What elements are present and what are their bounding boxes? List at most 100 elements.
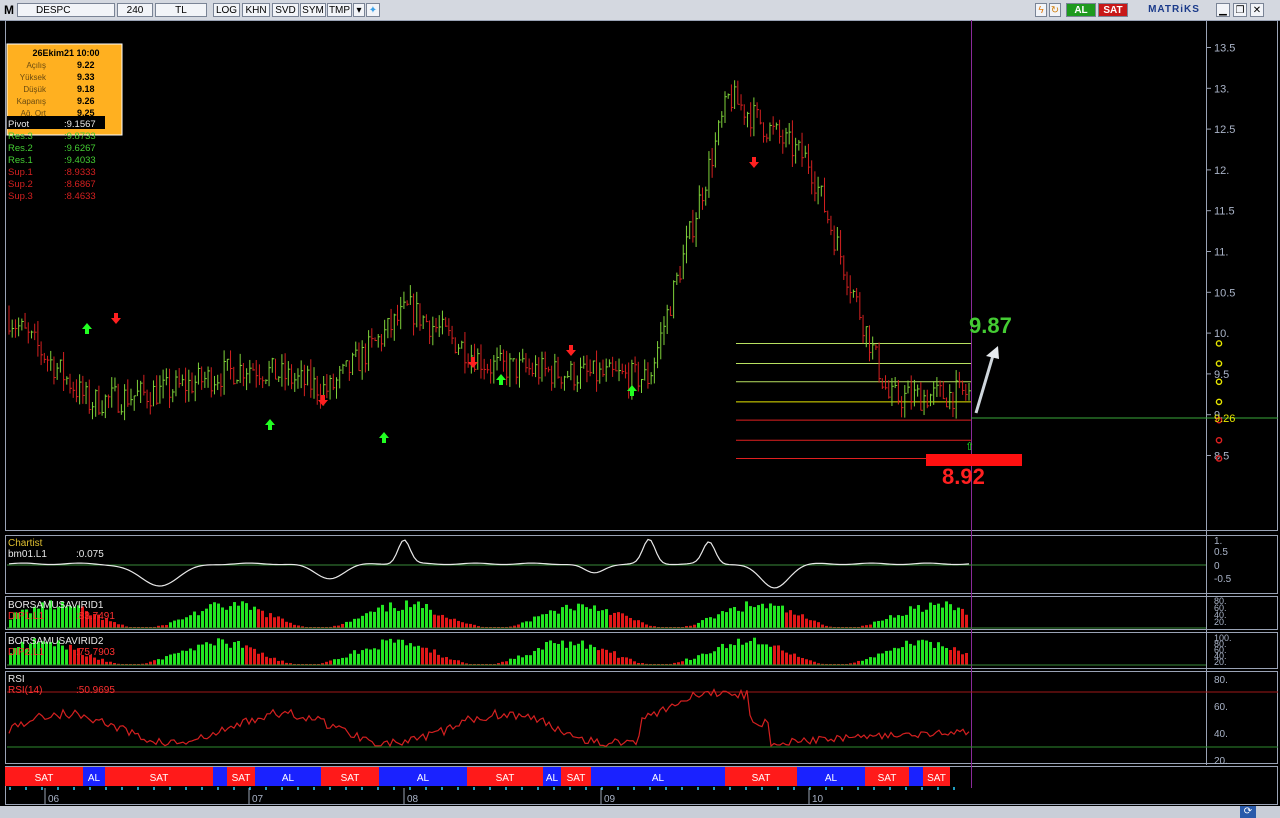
histogram-bar	[813, 620, 816, 628]
histogram-bar	[609, 652, 612, 665]
price-bar	[27, 322, 31, 344]
refresh-icon[interactable]: ↻	[1049, 3, 1061, 17]
histogram-bar	[549, 640, 552, 665]
histogram-bar	[53, 609, 56, 628]
histogram-bar	[713, 618, 716, 628]
price-bar	[441, 310, 445, 335]
minimize-icon[interactable]: ▁	[1216, 3, 1230, 17]
price-bar	[204, 371, 207, 388]
histogram-bar	[901, 647, 904, 665]
sell-arrow-icon	[749, 157, 759, 168]
histogram-bar	[757, 644, 760, 665]
histogram-bar	[521, 622, 524, 628]
histogram-bar	[417, 601, 420, 628]
price-bar	[624, 364, 628, 379]
price-bar	[608, 359, 612, 368]
price-bar	[40, 341, 44, 366]
price-bar	[734, 80, 737, 110]
chartist-line	[8, 538, 970, 589]
price-bar	[53, 356, 56, 385]
signal-segment	[213, 767, 227, 786]
histogram-bar	[249, 647, 252, 665]
price-bar	[425, 314, 429, 323]
histogram-bar	[617, 612, 620, 628]
price-bar	[830, 215, 833, 236]
price-bar	[506, 350, 509, 386]
price-bar	[342, 363, 345, 374]
price-bar	[775, 122, 779, 130]
histogram-bar	[469, 623, 472, 628]
symbol-field[interactable]: DESPC	[17, 3, 115, 17]
khn-button[interactable]: KHN	[242, 3, 270, 17]
twitter-bird-icon[interactable]: ✦	[366, 3, 380, 17]
price-bar	[82, 375, 85, 404]
info-row-label: Düşük	[23, 85, 47, 94]
price-bar	[223, 350, 227, 395]
price-bar	[56, 362, 60, 380]
histogram-bar	[817, 622, 820, 628]
histogram-bar	[589, 608, 592, 628]
restore-icon[interactable]: ❐	[1233, 3, 1247, 17]
price-bar	[901, 396, 904, 418]
price-bar	[807, 143, 811, 174]
price-bar	[493, 355, 496, 384]
histogram-bar	[449, 619, 452, 628]
histogram-bar	[701, 620, 704, 628]
buy-button[interactable]: AL	[1066, 3, 1096, 17]
sym-button[interactable]: SYM	[300, 3, 326, 17]
signal-label: SAT	[232, 773, 251, 784]
price-bar	[332, 373, 336, 391]
histogram-bar	[917, 605, 920, 628]
histogram-bar	[881, 653, 884, 665]
chart-canvas[interactable]: 13.513.12.512.11.511.10.510.9.59.8.5 9.2…	[0, 20, 1280, 806]
histogram-bar	[961, 654, 964, 665]
period-field[interactable]: 240	[117, 3, 153, 17]
histogram-bar	[541, 614, 544, 628]
price-bar	[300, 360, 304, 389]
info-row-value: 9.26	[77, 96, 95, 106]
sell-button[interactable]: SAT	[1098, 3, 1128, 17]
svd-button[interactable]: SVD	[272, 3, 299, 17]
histogram-bar	[169, 622, 172, 628]
pivot-level-label: Res.1	[8, 155, 33, 166]
price-bar	[233, 366, 236, 385]
up-signal-icon: ⇧	[965, 441, 974, 453]
histogram-bar	[421, 647, 424, 665]
dropdown-arrow-icon[interactable]: ▾	[353, 3, 365, 17]
histogram-bar	[885, 650, 888, 665]
target-arrow-shaft	[974, 351, 996, 414]
price-tick-label: 11.5	[1214, 206, 1235, 218]
log-button[interactable]: LOG	[213, 3, 240, 17]
price-bar	[291, 364, 294, 390]
price-bar	[637, 361, 641, 392]
buy-arrow-icon	[82, 323, 92, 334]
histogram-bar	[117, 624, 120, 628]
info-row-value: 9.18	[77, 84, 95, 94]
price-bar	[43, 352, 47, 364]
price-bar	[201, 366, 204, 390]
histogram-bar	[517, 624, 520, 628]
histogram-bar	[369, 611, 372, 628]
price-bar	[519, 352, 522, 388]
histogram-bar	[937, 603, 940, 628]
lightning-icon[interactable]: ϟ	[1035, 3, 1047, 17]
histogram-bar	[345, 657, 348, 665]
price-bar	[368, 330, 371, 371]
price-bar	[451, 325, 455, 345]
histogram-bar	[601, 648, 604, 665]
sync-icon[interactable]: ⟳	[1240, 806, 1256, 818]
price-bar	[159, 375, 162, 404]
histogram-bar	[289, 622, 292, 628]
price-bar	[605, 358, 609, 382]
price-bar	[361, 340, 365, 380]
tmp-button[interactable]: TMP	[327, 3, 352, 17]
price-bar	[515, 358, 519, 385]
close-icon[interactable]: ✕	[1250, 3, 1264, 17]
currency-field[interactable]: TL	[155, 3, 207, 17]
price-bar	[612, 356, 615, 377]
histogram-bar	[201, 644, 204, 665]
month-label: 09	[604, 794, 616, 805]
price-tick-label: 13.5	[1214, 43, 1235, 55]
price-bar	[120, 404, 124, 415]
price-bar	[535, 355, 538, 378]
